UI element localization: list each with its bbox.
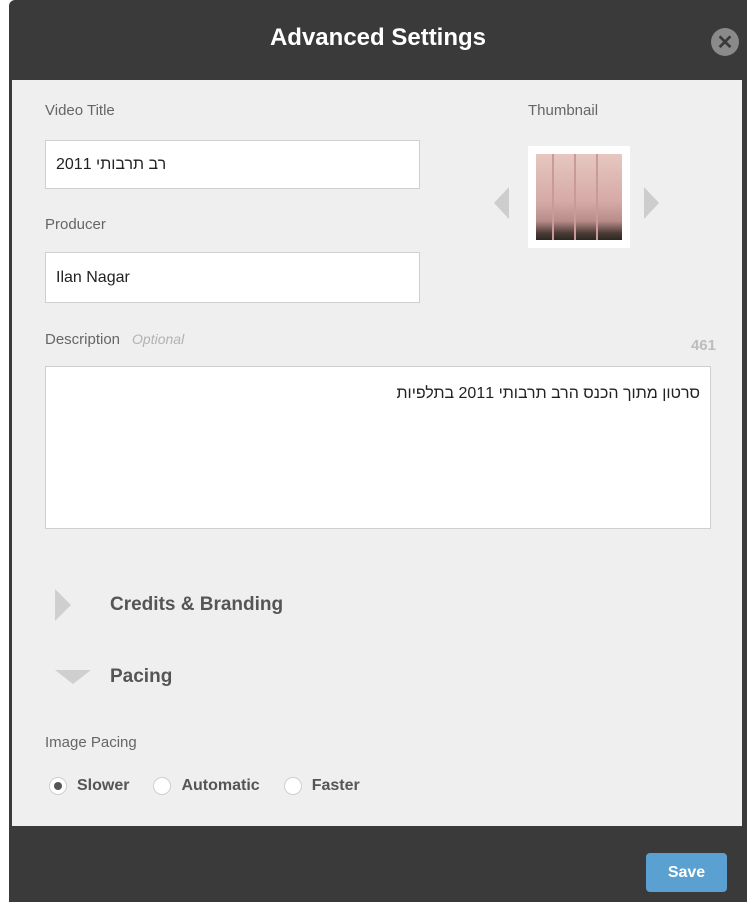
description-optional-hint: Optional <box>132 331 185 347</box>
description-textarea[interactable]: סרטון מתוך הכנס הרב תרבותי 2011 בתלפיות <box>45 366 711 529</box>
description-value: סרטון מתוך הכנס הרב תרבותי 2011 בתלפיות <box>396 385 701 402</box>
settings-panel: Video Title רב תרבותי 2011 Producer Ilan… <box>12 80 742 826</box>
dialog-title: Advanced Settings <box>269 24 487 51</box>
radio-automatic-label: Automatic <box>181 777 260 794</box>
radio-slower-label: Slower <box>77 777 130 794</box>
pacing-option-slower[interactable]: Slower <box>49 777 129 795</box>
pacing-option-faster[interactable]: Faster <box>283 777 360 795</box>
video-title-input[interactable]: רב תרבותי 2011 <box>45 140 420 189</box>
advanced-settings-dialog: Advanced Settings ✕ Video Title רב תרבות… <box>9 0 747 902</box>
radio-automatic[interactable] <box>153 777 172 795</box>
pacing-toggle[interactable]: Pacing <box>110 666 172 688</box>
radio-faster-label: Faster <box>311 777 360 794</box>
image-pacing-radio-group: Slower Automatic Faster <box>49 774 384 798</box>
description-label-row: Description Optional <box>45 331 184 348</box>
producer-label: Producer <box>45 216 106 233</box>
image-pacing-label: Image Pacing <box>45 734 137 751</box>
close-icon[interactable]: ✕ <box>711 28 739 56</box>
thumbnail-frame[interactable] <box>528 146 630 248</box>
description-label: Description <box>45 331 121 348</box>
thumbnail-label: Thumbnail <box>528 102 599 119</box>
video-title-value: רב תרבותי 2011 <box>56 155 167 173</box>
credits-expand-icon[interactable] <box>55 589 71 621</box>
radio-slower[interactable] <box>49 777 67 795</box>
producer-input[interactable]: Ilan Nagar <box>45 252 420 303</box>
thumbnail-next-icon[interactable] <box>644 187 659 219</box>
radio-faster[interactable] <box>283 777 302 795</box>
pacing-option-automatic[interactable]: Automatic <box>153 777 260 795</box>
credits-branding-toggle[interactable]: Credits & Branding <box>110 594 283 616</box>
thumbnail-prev-icon[interactable] <box>494 187 509 219</box>
dialog-title-bar: Advanced Settings ✕ <box>9 0 747 80</box>
thumbnail-image <box>536 154 622 240</box>
pacing-collapse-icon[interactable] <box>55 670 91 684</box>
producer-value: Ilan Nagar <box>56 268 130 286</box>
video-title-label: Video Title <box>45 102 115 119</box>
save-button[interactable]: Save <box>646 853 727 892</box>
description-char-counter: 461 <box>690 337 716 354</box>
